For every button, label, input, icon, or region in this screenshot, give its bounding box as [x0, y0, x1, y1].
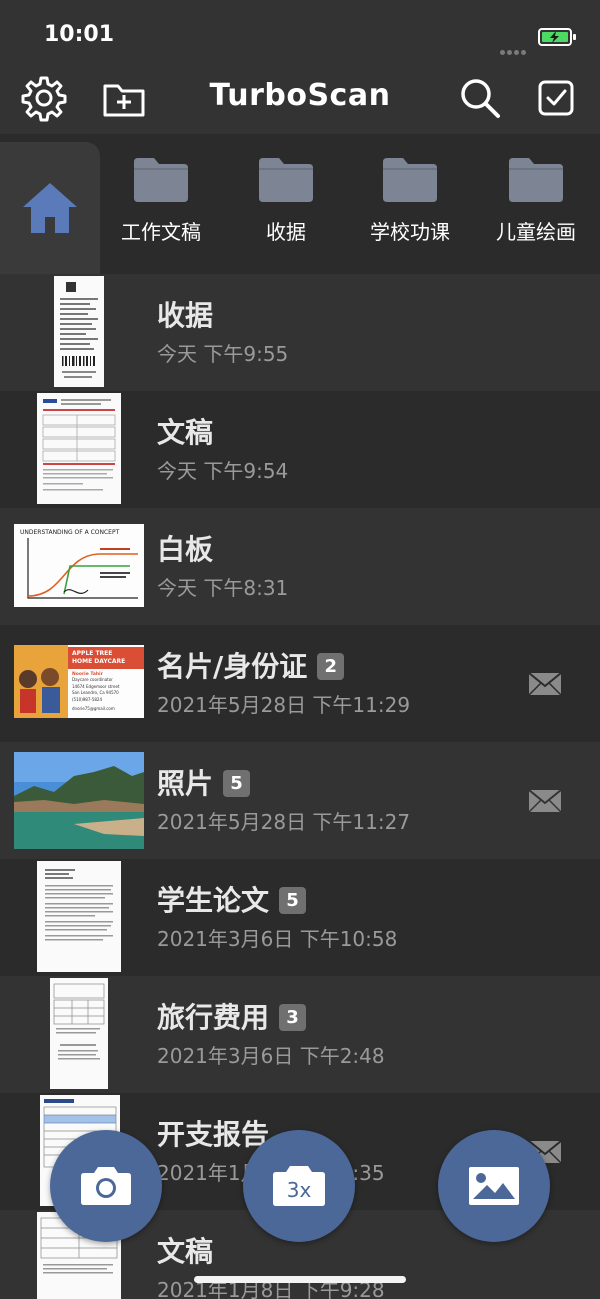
folder-icon	[134, 158, 188, 202]
import-image-button[interactable]	[438, 1130, 550, 1242]
folder-icon	[383, 158, 437, 202]
list-item[interactable]: UNDERSTANDING OF A CONCEPT 白板 今天 下午8:31	[0, 508, 600, 625]
app-title: TurboScan	[209, 78, 391, 113]
batch-scan-button[interactable]: 3x	[243, 1130, 355, 1242]
receipt-thumbnail	[54, 276, 104, 387]
list-item[interactable]: 学生论文 5 2021年3月6日 下午10:58	[0, 859, 600, 976]
page-count-badge: 3	[279, 1004, 307, 1031]
folder-icon	[259, 158, 313, 202]
document-date: 2021年3月6日 下午10:58	[157, 927, 398, 951]
card-city: San Leandro, Ca 94570	[72, 690, 119, 695]
card-phone: (510)987-5824	[72, 697, 102, 702]
folder-label: 儿童绘画	[496, 220, 576, 244]
batch-label: 3x	[287, 1178, 312, 1202]
select-button[interactable]	[530, 72, 582, 124]
document-date: 今天 下午8:31	[157, 576, 289, 600]
list-item[interactable]: APPLE TREE HOME DAYCARE Noorie Tahir Day…	[0, 625, 600, 742]
document-thumbnail	[37, 393, 121, 504]
list-item[interactable]: 旅行费用 3 2021年3月6日 下午2:48	[0, 976, 600, 1093]
document-date: 今天 下午9:55	[157, 342, 289, 366]
document-title: 收据	[157, 299, 214, 332]
status-time: 10:01	[44, 22, 115, 47]
list-item[interactable]: 照片 5 2021年5月28日 下午11:27	[0, 742, 600, 859]
signal-icon	[500, 40, 530, 55]
document-title: 旅行费用 3	[157, 996, 307, 1036]
folder-schoolwork[interactable]: 学校功课	[348, 152, 472, 262]
folder-work-docs[interactable]: 工作文稿	[99, 152, 223, 262]
status-bar: 10:01	[0, 0, 600, 66]
folder-label: 工作文稿	[121, 220, 201, 244]
document-title: 名片/身份证 2	[157, 645, 345, 685]
document-title: 开支报告	[157, 1118, 270, 1151]
page-count-badge: 2	[317, 653, 345, 680]
document-title: 照片 5	[157, 762, 251, 802]
photo-thumbnail	[14, 752, 144, 849]
folder-bar: 工作文稿 收据 学校功课 儿童绘画	[0, 134, 600, 274]
document-date: 2021年3月6日 下午2:48	[157, 1044, 385, 1068]
folder-label: 收据	[266, 220, 306, 244]
page-count-badge: 5	[223, 770, 251, 797]
document-title: 学生论文 5	[157, 879, 307, 919]
camera-button[interactable]	[50, 1130, 162, 1242]
essay-thumbnail	[37, 861, 121, 972]
document-date: 2021年5月28日 下午11:27	[157, 810, 411, 834]
batch-camera-icon: 3x	[273, 1166, 325, 1206]
image-icon	[469, 1167, 519, 1205]
document-title: 文稿	[157, 416, 214, 449]
folder-receipts[interactable]: 收据	[224, 152, 348, 262]
whiteboard-thumbnail: UNDERSTANDING OF A CONCEPT	[14, 524, 144, 607]
card-email: dnorie75@gmail.com	[72, 706, 115, 711]
mail-icon[interactable]	[528, 789, 562, 817]
folder-icon	[509, 158, 563, 202]
search-icon	[461, 79, 500, 118]
checkbox-icon	[538, 80, 574, 116]
document-date: 今天 下午9:54	[157, 459, 289, 483]
travel-expense-thumbnail	[50, 978, 108, 1089]
document-title: 文稿	[157, 1235, 214, 1268]
whiteboard-caption: UNDERSTANDING OF A CONCEPT	[20, 529, 120, 536]
search-button[interactable]	[454, 72, 506, 124]
business-card-thumbnail: APPLE TREE HOME DAYCARE Noorie Tahir Day…	[14, 645, 144, 718]
home-tab[interactable]	[0, 142, 100, 274]
card-line1: APPLE TREE	[72, 650, 112, 657]
card-address: 14674 Edgemoor street	[72, 684, 120, 689]
home-indicator	[194, 1276, 406, 1283]
camera-icon	[81, 1167, 131, 1205]
page-count-badge: 5	[279, 887, 307, 914]
battery-icon	[538, 28, 576, 46]
list-item[interactable]: 收据 今天 下午9:55	[0, 274, 600, 391]
list-item[interactable]: 文稿 今天 下午9:54	[0, 391, 600, 508]
card-line2: HOME DAYCARE	[72, 658, 125, 665]
home-icon	[23, 183, 77, 233]
document-title: 白板	[157, 533, 214, 566]
document-date: 2021年5月28日 下午11:29	[157, 693, 411, 717]
nav-bar: TurboScan	[0, 66, 600, 134]
mail-icon[interactable]	[528, 672, 562, 700]
folder-label: 学校功课	[370, 220, 450, 244]
folder-kids-drawings[interactable]: 儿童绘画	[474, 152, 598, 262]
card-role: Daycare coordinator	[72, 677, 113, 682]
